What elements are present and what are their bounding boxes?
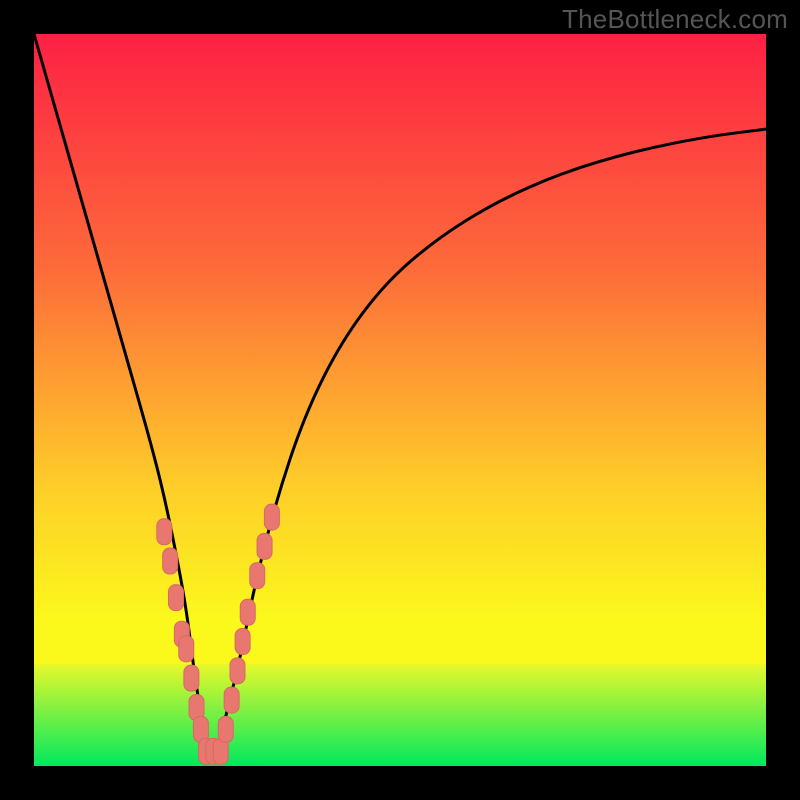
- curve-marker: [235, 629, 250, 655]
- curve-marker: [169, 585, 184, 611]
- curve-marker: [218, 716, 233, 742]
- curve-marker: [240, 599, 255, 625]
- curve-marker: [163, 548, 178, 574]
- curve-marker: [224, 687, 239, 713]
- bottleneck-curve: [34, 34, 766, 751]
- curve-marker: [250, 563, 265, 589]
- curve-marker: [184, 665, 199, 691]
- curve-marker: [179, 636, 194, 662]
- curve-marker: [257, 533, 272, 559]
- plot-area: [34, 34, 766, 766]
- chart-svg: [34, 34, 766, 766]
- curve-marker: [230, 658, 245, 684]
- watermark-text: TheBottleneck.com: [562, 4, 788, 35]
- curve-marker: [157, 519, 172, 545]
- curve-marker: [264, 504, 279, 530]
